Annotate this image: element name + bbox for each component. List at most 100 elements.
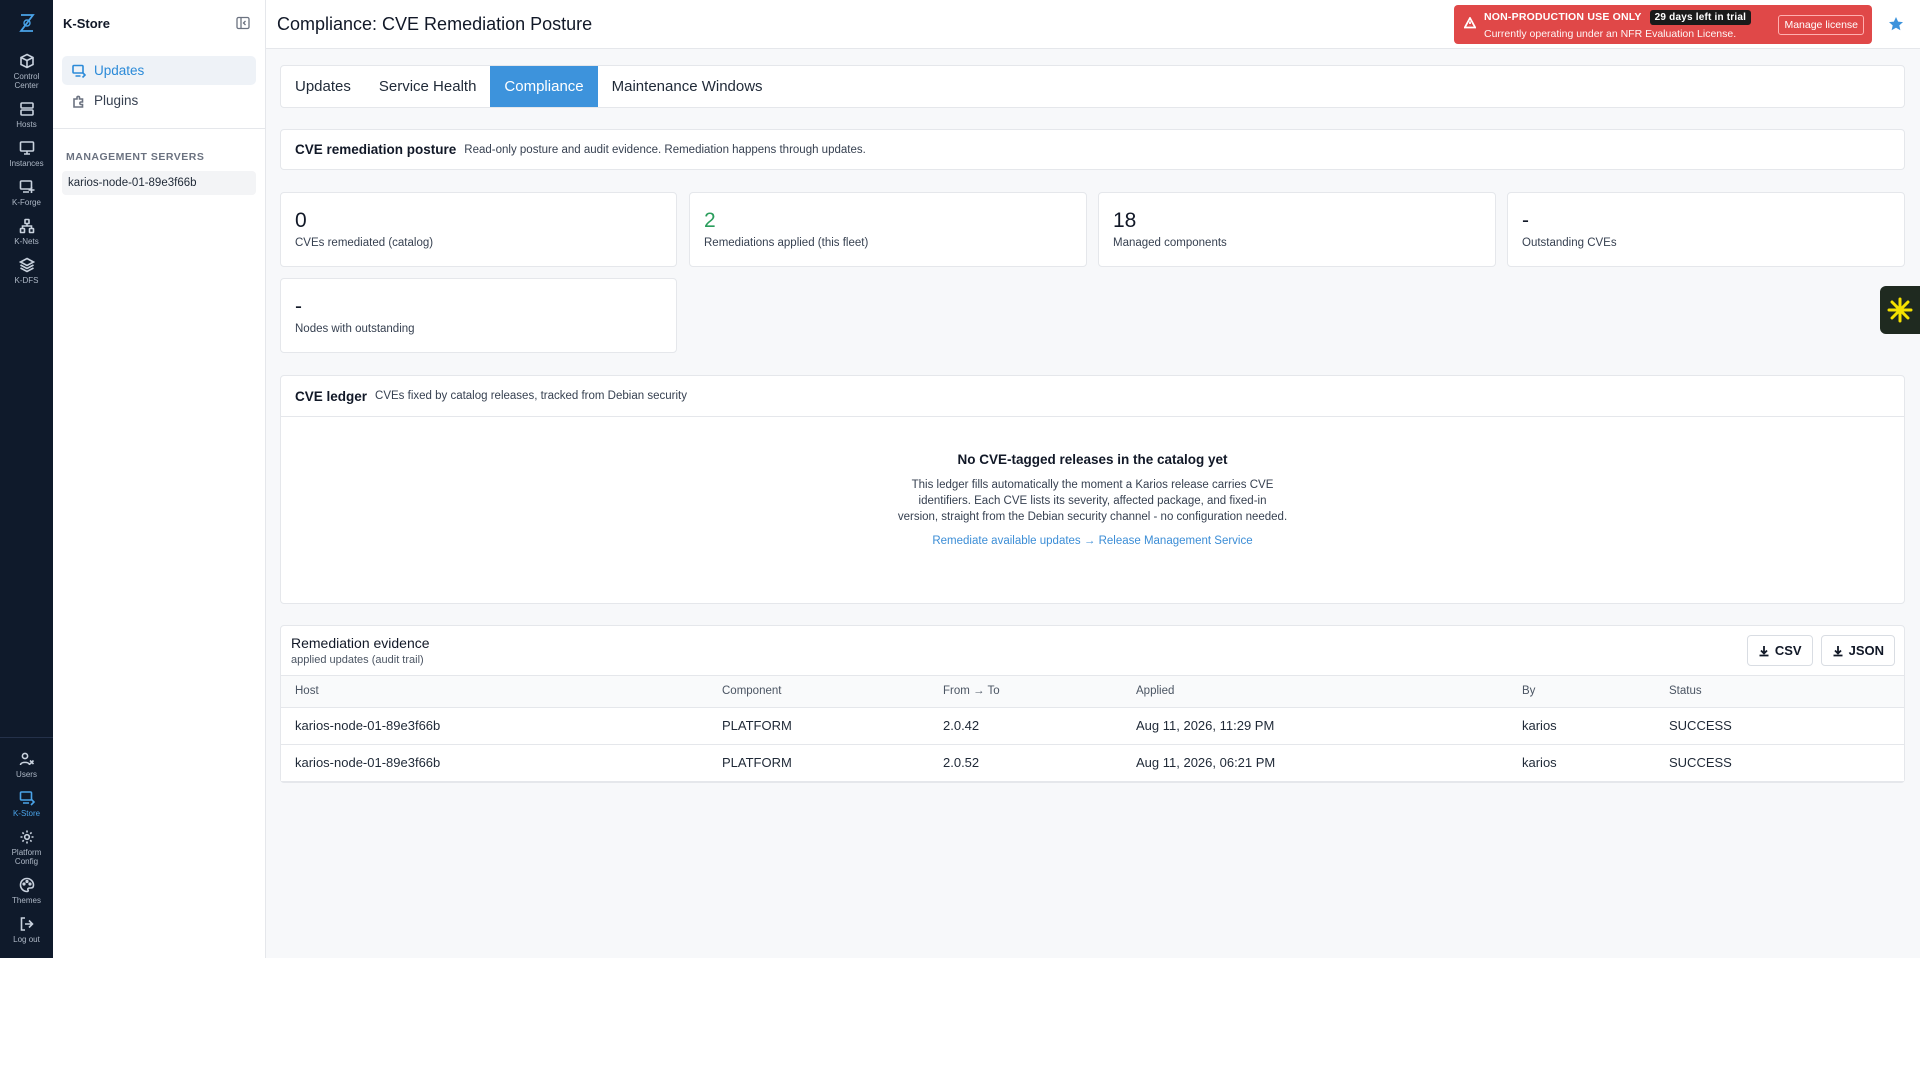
page-header: Compliance: CVE Remediation Posture NON-… [266, 0, 1920, 49]
posture-card: CVE remediation posture Read-only postur… [280, 129, 1905, 170]
gear-icon [20, 830, 33, 844]
rail-label: K-Forge [12, 198, 41, 207]
rail-item-platform-config[interactable]: Platform Config [0, 822, 53, 870]
table-header-row: Host Component From → To Applied By Stat… [281, 676, 1904, 708]
cell-status: SUCCESS [1655, 744, 1904, 782]
cell-status: SUCCESS [1655, 707, 1904, 745]
logout-icon [20, 917, 34, 931]
users-icon [19, 752, 34, 766]
stat-card-cves-remediated: 0 CVEs remediated (catalog) [280, 192, 677, 267]
sidebar-item-updates[interactable]: Updates [62, 56, 256, 85]
ledger-header: CVE ledger CVEs fixed by catalog release… [281, 376, 1904, 417]
cell-by: karios [1508, 707, 1655, 745]
rail-label: Themes [12, 896, 41, 905]
column-header-status[interactable]: Status [1655, 676, 1904, 708]
warning-icon [1463, 15, 1477, 34]
column-header-from-to[interactable]: From → To [929, 676, 1122, 708]
rail-label: Control Center [13, 72, 40, 90]
secondary-sidebar: K-Store Updates Plugins MANAGEMENT SERVE… [53, 0, 266, 958]
banner-text: NON-PRODUCTION USE ONLY 29 days left in … [1484, 9, 1778, 40]
export-json-button[interactable]: JSON [1820, 635, 1895, 666]
rail-label: Hosts [16, 120, 37, 129]
banner-message: Currently operating under an NFR Evaluat… [1484, 27, 1737, 40]
page-title: Compliance: CVE Remediation Posture [277, 13, 593, 34]
sidebar-item-plugins[interactable]: Plugins [62, 86, 256, 115]
empty-state-description: This ledger fills automatically the mome… [897, 479, 1288, 523]
license-banner: NON-PRODUCTION USE ONLY 29 days left in … [1454, 5, 1872, 44]
cell-component: PLATFORM [708, 707, 929, 745]
tab-bar: Updates Service Health Compliance Mainte… [280, 65, 1905, 108]
sidebar-nav: Updates Plugins [53, 46, 265, 129]
stat-label: Outstanding CVEs [1522, 237, 1617, 249]
rail-item-instances[interactable]: Instances [0, 133, 53, 172]
column-header-host[interactable]: Host [281, 676, 708, 708]
cell-host: karios-node-01-89e3f66b [281, 744, 708, 782]
tab-maintenance-windows[interactable]: Maintenance Windows [598, 66, 777, 107]
rail-label: Users [16, 770, 37, 779]
posture-title: CVE remediation posture [295, 142, 457, 157]
rail-item-control-center[interactable]: Control Center [0, 46, 53, 94]
remediate-updates-link[interactable]: Remediate available updates → Release Ma… [932, 535, 1252, 547]
posture-subtitle: Read-only posture and audit evidence. Re… [464, 143, 866, 156]
download-icon [1759, 645, 1769, 656]
rail-label: K-Nets [14, 237, 39, 246]
table-row[interactable]: karios-node-01-89e3f66b PLATFORM 2.0.52 … [281, 744, 1904, 782]
tab-updates[interactable]: Updates [281, 66, 365, 107]
banner-headline: NON-PRODUCTION USE ONLY [1484, 11, 1642, 23]
ledger-empty-state: No CVE-tagged releases in the catalog ye… [281, 417, 1904, 549]
rail-item-k-nets[interactable]: K-Nets [0, 211, 53, 250]
stat-card-remediations-applied: 2 Remediations applied (this fleet) [689, 192, 1087, 267]
sidebar-item-label: Plugins [94, 93, 139, 108]
rail-label: Platform Config [11, 848, 42, 866]
server-item[interactable]: karios-node-01-89e3f66b [62, 171, 256, 195]
sidebar-title: K-Store [63, 15, 110, 31]
rail-item-themes[interactable]: Themes [0, 870, 53, 909]
trial-badge: 29 days left in trial [1649, 9, 1752, 25]
manage-license-button[interactable]: Manage license [1778, 14, 1864, 35]
cell-by: karios [1508, 744, 1655, 782]
app-logo-icon[interactable] [0, 0, 53, 46]
tab-service-health[interactable]: Service Health [365, 66, 491, 107]
export-csv-button[interactable]: CSV [1746, 635, 1813, 666]
stat-card-managed-components: 18 Managed components [1098, 192, 1496, 267]
monitor-plus-icon [19, 180, 34, 193]
tab-compliance[interactable]: Compliance [490, 66, 598, 107]
column-header-applied[interactable]: Applied [1122, 676, 1508, 708]
column-header-component[interactable]: Component [708, 676, 929, 708]
empty-state-title: No CVE-tagged releases in the catalog ye… [957, 452, 1228, 467]
evidence-subtitle: applied updates (audit trail) [291, 654, 424, 666]
button-label: JSON [1848, 643, 1884, 658]
rail-item-k-store[interactable]: K-Store [0, 783, 53, 822]
evidence-header: Remediation evidence applied updates (au… [281, 626, 1904, 676]
star-icon[interactable] [1888, 16, 1904, 32]
rail-item-log-out[interactable]: Log out [0, 909, 53, 948]
ledger-subtitle: CVEs fixed by catalog releases, tracked … [375, 390, 687, 402]
rail-item-k-forge[interactable]: K-Forge [0, 172, 53, 211]
cell-applied: Aug 11, 2026, 11:29 PM [1122, 707, 1508, 745]
button-label: CSV [1774, 643, 1802, 658]
evidence-table: Host Component From → To Applied By Stat… [281, 676, 1904, 782]
evidence-title: Remediation evidence [291, 635, 430, 651]
cell-component: PLATFORM [708, 744, 929, 782]
rail-item-users[interactable]: Users [0, 744, 53, 783]
sidebar-collapse-icon[interactable] [235, 15, 251, 31]
store-icon [19, 791, 35, 806]
stat-value: 2 [704, 209, 716, 232]
cell-from-to: 2.0.42 [929, 707, 1122, 745]
rail-bottom-group: Users K-Store Platform Config Themes Log … [0, 737, 53, 958]
download-icon [1833, 645, 1843, 656]
cell-host: karios-node-01-89e3f66b [281, 707, 708, 745]
stat-value: - [295, 295, 302, 318]
puzzle-icon [73, 95, 84, 108]
table-row[interactable]: karios-node-01-89e3f66b PLATFORM 2.0.42 … [281, 707, 1904, 745]
assistant-widget-icon[interactable] [1880, 286, 1920, 334]
stat-value: - [1522, 209, 1529, 232]
main-content: Compliance: CVE Remediation Posture NON-… [266, 0, 1920, 958]
rail-item-hosts[interactable]: Hosts [0, 94, 53, 133]
column-header-by[interactable]: By [1508, 676, 1655, 708]
rail-label: K-DFS [14, 276, 39, 285]
management-servers-heading: MANAGEMENT SERVERS [66, 151, 205, 163]
rail-item-k-dfs[interactable]: K-DFS [0, 250, 53, 289]
cell-applied: Aug 11, 2026, 06:21 PM [1122, 744, 1508, 782]
server-icon [19, 102, 34, 116]
